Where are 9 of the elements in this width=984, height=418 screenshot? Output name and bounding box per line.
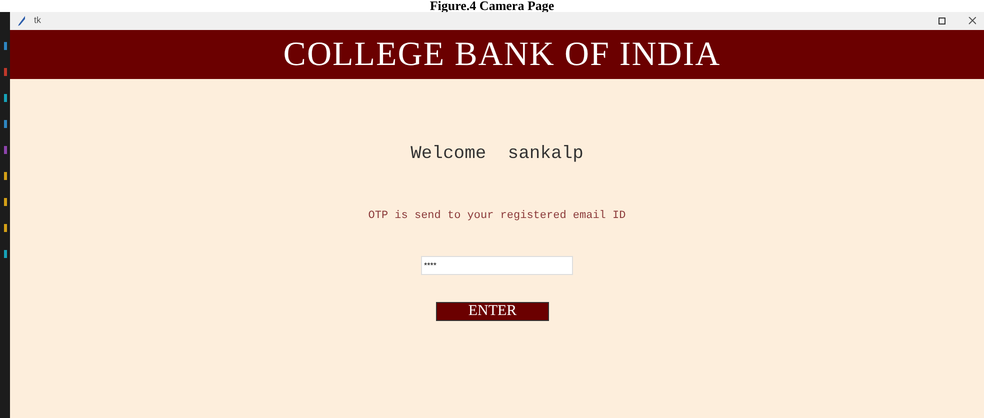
figure-caption: Figure.4 Camera Page xyxy=(430,0,554,12)
otp-message: OTP is send to your registered email ID xyxy=(368,209,626,224)
welcome-text: Welcome sankalp xyxy=(410,143,584,166)
window-title: tk xyxy=(34,14,42,28)
feather-icon xyxy=(18,16,26,26)
enter-button[interactable]: ENTER xyxy=(436,302,549,320)
otp-field[interactable]: **** xyxy=(421,256,573,274)
maximize-icon[interactable] xyxy=(938,17,946,25)
bank-title: COLLEGE BANK OF INDIA xyxy=(283,35,721,75)
